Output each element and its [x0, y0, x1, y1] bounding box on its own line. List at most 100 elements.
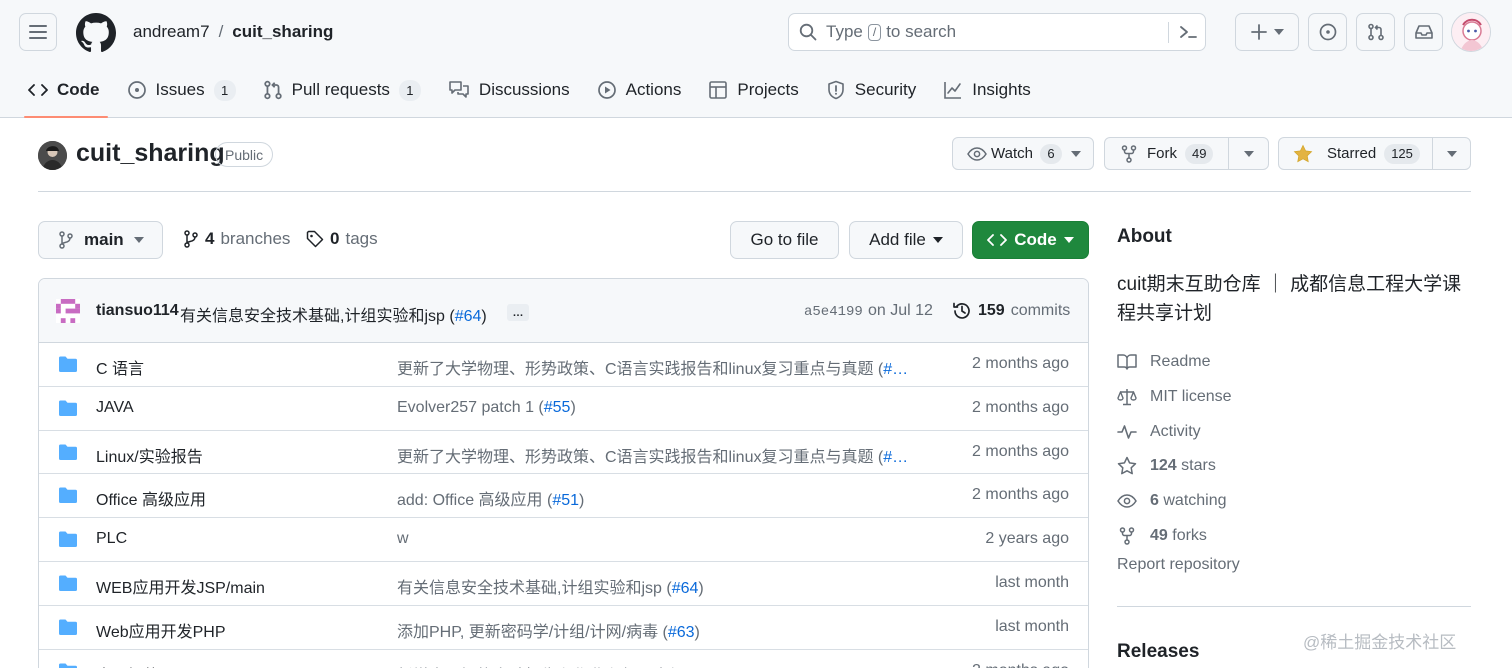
- file-commit-pr-link[interactable]: #…: [883, 449, 908, 466]
- starred-button[interactable]: Starred 125: [1278, 137, 1471, 170]
- stars-count: 124: [1150, 457, 1177, 475]
- readme-link[interactable]: Readme: [1117, 345, 1232, 380]
- caret-down-icon[interactable]: [1447, 151, 1457, 157]
- tab-security[interactable]: Security: [826, 70, 930, 110]
- file-row[interactable]: Web应用开发PHP 添加PHP, 更新密码学/计组/计网/病毒 (#63) las…: [39, 606, 1088, 650]
- tab-insights[interactable]: Insights: [943, 70, 1045, 110]
- forks-link[interactable]: 49 forks: [1117, 518, 1232, 553]
- tab-issues[interactable]: Issues 1: [127, 70, 250, 110]
- issues-shortcut-button[interactable]: [1308, 13, 1347, 51]
- tags-count: 0: [330, 229, 340, 248]
- file-name-link[interactable]: WEB应用开发JSP/main: [96, 574, 265, 598]
- github-logo-icon[interactable]: [76, 13, 116, 53]
- commit-expand-button[interactable]: …: [507, 304, 529, 321]
- history-icon: [953, 302, 970, 319]
- file-name-link[interactable]: Office 高级应用: [96, 486, 206, 510]
- file-name-link[interactable]: Web应用开发PHP: [96, 618, 226, 642]
- commit-author[interactable]: tiansuo114: [96, 302, 179, 320]
- file-name-link[interactable]: C 语言: [96, 355, 144, 379]
- add-file-button[interactable]: Add file: [849, 221, 963, 259]
- go-to-file-button[interactable]: Go to file: [730, 221, 839, 259]
- file-name-link[interactable]: 人工智能: [96, 662, 160, 668]
- fork-button[interactable]: Fork 49: [1104, 137, 1269, 170]
- file-commit-pr-link[interactable]: #55: [544, 399, 571, 416]
- stars-link[interactable]: 124 stars: [1117, 449, 1232, 484]
- file-row[interactable]: PLC w 2 years ago: [39, 518, 1088, 562]
- branches-label: branches: [220, 229, 291, 248]
- file-commit-message[interactable]: 有关信息安全技术基础,计组实验和jsp (#64): [397, 574, 704, 598]
- tab-projects[interactable]: Projects: [708, 70, 812, 110]
- commit-author-avatar[interactable]: [56, 299, 80, 323]
- activity-label: Activity: [1150, 422, 1201, 440]
- commits-history-link[interactable]: 159 commits: [952, 301, 1070, 321]
- file-commit-message[interactable]: w: [397, 530, 409, 548]
- activity-link[interactable]: Activity: [1117, 414, 1232, 449]
- file-commit-age: 2 months ago: [972, 398, 1069, 416]
- file-row[interactable]: Office 高级应用 add: Office 高级应用 (#51) 2 month…: [39, 474, 1088, 519]
- git-branch-icon: [59, 231, 73, 249]
- user-avatar[interactable]: [1451, 12, 1491, 52]
- watching-link[interactable]: 6 watching: [1117, 484, 1232, 519]
- file-commit-pr-link[interactable]: #64: [672, 580, 699, 597]
- file-name-link[interactable]: JAVA: [96, 399, 134, 417]
- tab-code[interactable]: Code: [24, 70, 114, 118]
- file-commit-message[interactable]: 更新了大学物理、形势政策、C语言实践报告和linux复习重点与真题 (#…: [397, 443, 908, 467]
- search-input[interactable]: Type / to search: [788, 13, 1206, 51]
- file-name-link[interactable]: PLC: [96, 530, 127, 548]
- code-clone-button[interactable]: Code: [972, 221, 1089, 259]
- file-row[interactable]: C 语言 更新了大学物理、形势政策、C语言实践报告和linux复习重点与真题 (#…: [39, 343, 1088, 387]
- commit-pr-link[interactable]: #64: [455, 308, 482, 325]
- file-commit-message[interactable]: 添加PHP, 更新密码学/计组/计网/病毒 (#63): [397, 618, 700, 642]
- comment-discussion-icon: [449, 81, 469, 98]
- eye-icon: [967, 146, 987, 161]
- file-commit-message[interactable]: Evolver257 patch 1 (#55): [397, 399, 576, 417]
- commit-sha[interactable]: a5e4199: [804, 304, 863, 320]
- file-commit-message[interactable]: add: Office 高级应用 (#51): [397, 486, 584, 510]
- tab-pull-requests[interactable]: Pull requests 1: [263, 70, 435, 110]
- file-name-link[interactable]: Linux/实验报告: [96, 443, 203, 467]
- issue-opened-icon: [1319, 23, 1336, 41]
- branch-selector[interactable]: main: [38, 221, 163, 259]
- search-placeholder: Type / to search: [826, 22, 956, 42]
- issue-opened-icon: [127, 81, 146, 99]
- file-row[interactable]: JAVA Evolver257 patch 1 (#55) 2 months ago: [39, 387, 1088, 431]
- eye-icon: [1117, 494, 1137, 508]
- license-link[interactable]: MIT license: [1117, 380, 1232, 415]
- file-commit-text: Evolver257 patch 1 (: [397, 398, 544, 416]
- tab-discussions[interactable]: Discussions: [448, 70, 584, 110]
- report-repository-link[interactable]: Report repository: [1117, 556, 1240, 574]
- caret-down-icon[interactable]: [1244, 151, 1254, 157]
- breadcrumb-repo-link[interactable]: cuit_sharing: [232, 22, 333, 42]
- create-new-button[interactable]: [1235, 13, 1299, 51]
- file-commit-message[interactable]: 新增人工智能实验报告和作业和复习大纲: [397, 662, 685, 668]
- command-palette-icon[interactable]: [1178, 22, 1198, 42]
- file-row[interactable]: 人工智能 新增人工智能实验报告和作业和复习大纲 2 months ago: [39, 650, 1088, 668]
- file-list: C 语言更新了大学物理、形势政策、C语言实践报告和linux复习重点与真题 (#…: [39, 343, 1088, 668]
- releases-heading[interactable]: Releases: [1117, 641, 1199, 663]
- repo-title[interactable]: cuit_sharing: [76, 139, 225, 168]
- file-commit-pr-link[interactable]: #…: [883, 361, 908, 378]
- tab-actions[interactable]: Actions: [597, 70, 696, 110]
- caret-down-icon: [1063, 237, 1074, 243]
- branches-link[interactable]: 4 branches: [183, 229, 290, 249]
- pull-requests-shortcut-button[interactable]: [1356, 13, 1395, 51]
- file-commit-end: ): [579, 492, 585, 510]
- watch-label: Watch: [991, 145, 1033, 162]
- commit-message[interactable]: 有关信息安全技术基础,计组实验和jsp (#64): [180, 302, 487, 326]
- breadcrumb-owner-link[interactable]: andream7: [133, 22, 210, 42]
- file-commit-message[interactable]: 更新了大学物理、形势政策、C语言实践报告和linux复习重点与真题 (#…: [397, 355, 908, 379]
- file-row[interactable]: Linux/实验报告 更新了大学物理、形势政策、C语言实践报告和linux复习重点…: [39, 431, 1088, 475]
- commits-label: commits: [1010, 302, 1071, 319]
- watch-count: 6: [1039, 143, 1062, 164]
- git-pull-request-icon: [263, 80, 282, 100]
- file-commit-pr-link[interactable]: #63: [668, 624, 695, 641]
- git-pull-request-icon: [1367, 23, 1384, 41]
- watch-button[interactable]: Watch 6: [952, 137, 1094, 170]
- file-commit-pr-link[interactable]: #51: [552, 492, 579, 509]
- inbox-button[interactable]: [1404, 13, 1443, 51]
- menu-button[interactable]: [19, 13, 57, 51]
- watermark: @稀土掘金技术社区: [1303, 633, 1457, 652]
- file-row[interactable]: WEB应用开发JSP/main 有关信息安全技术基础,计组实验和jsp (#64)…: [39, 562, 1088, 606]
- tags-link[interactable]: 0 tags: [306, 229, 378, 249]
- repo-owner-avatar[interactable]: [38, 141, 67, 170]
